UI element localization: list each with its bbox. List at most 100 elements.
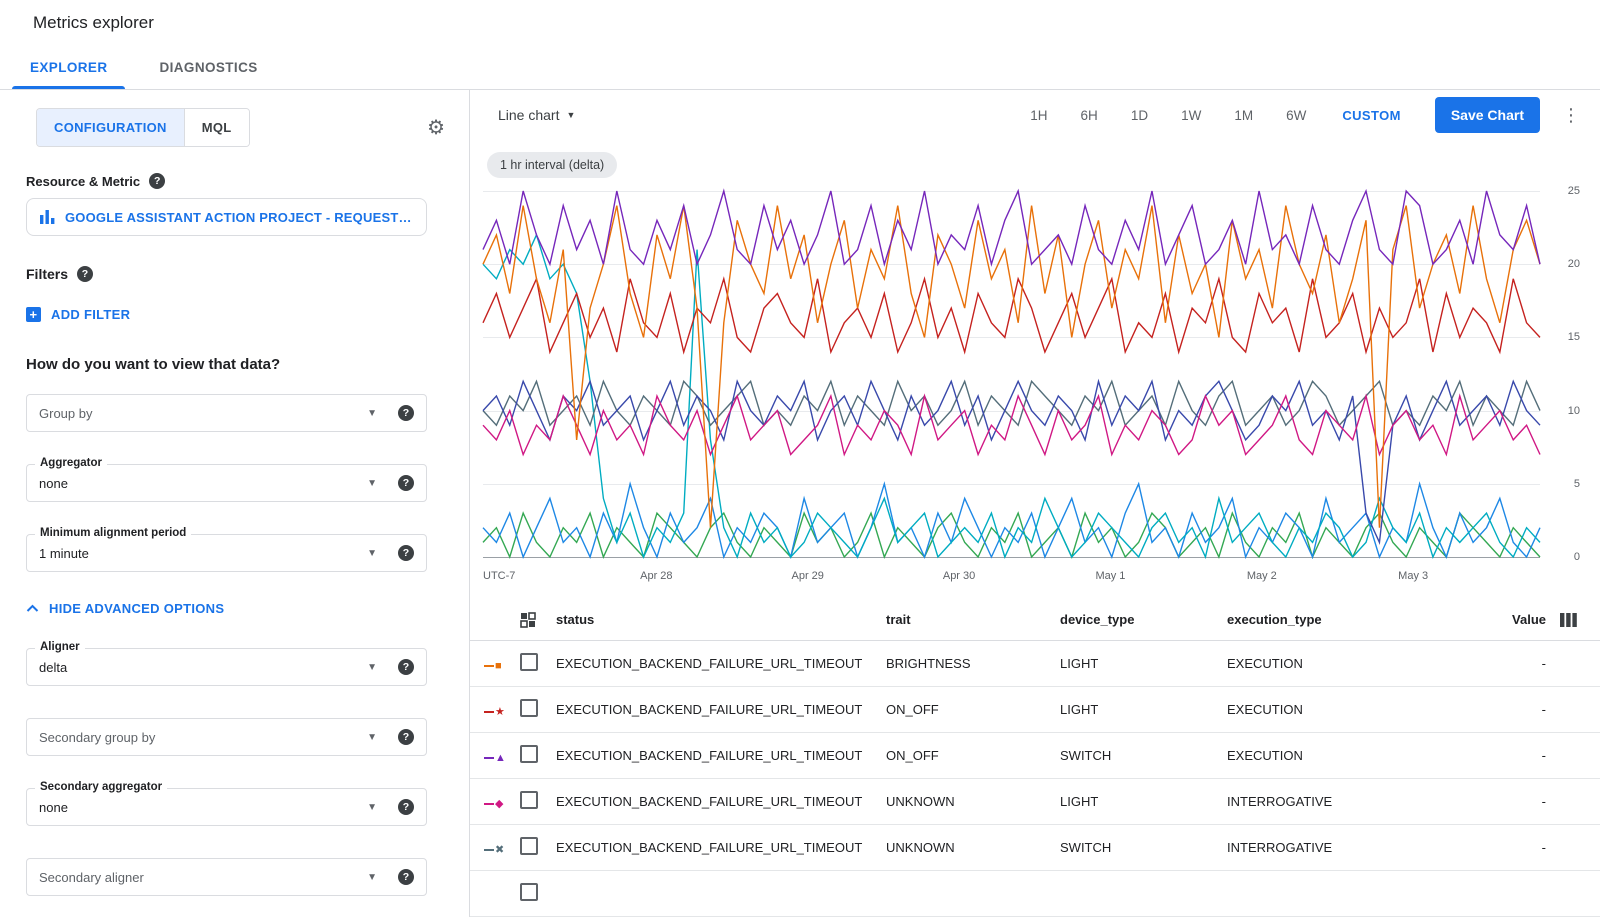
row-execution-type: EXECUTION — [1227, 656, 1475, 671]
table-row: ◆ EXECUTION_BACKEND_FAILURE_URL_TIMEOUT … — [470, 779, 1600, 825]
table-row: ▲ EXECUTION_BACKEND_FAILURE_URL_TIMEOUT … — [470, 733, 1600, 779]
column-options-icon[interactable] — [1548, 613, 1600, 627]
chevron-up-icon — [26, 604, 39, 613]
save-chart-button[interactable]: Save Chart — [1435, 97, 1540, 133]
header-trait: trait — [886, 612, 1060, 627]
configuration-panel: CONFIGURATION MQL ⚙ Resource & Metric ? … — [0, 90, 470, 917]
series-marker-star-icon: ★ — [484, 707, 505, 718]
add-filter-button[interactable]: + ADD FILTER — [26, 307, 443, 322]
row-device-type: SWITCH — [1060, 748, 1227, 763]
legend-toggle-icon[interactable] — [520, 612, 556, 628]
row-device-type: LIGHT — [1060, 702, 1227, 717]
table-row: ✖ EXECUTION_BACKEND_FAILURE_URL_TIMEOUT … — [470, 825, 1600, 871]
chevron-down-icon: ▼ — [367, 548, 377, 559]
row-execution-type: INTERROGATIVE — [1227, 794, 1475, 809]
configuration-mode-button[interactable]: CONFIGURATION — [37, 109, 184, 146]
hide-advanced-options-toggle[interactable]: HIDE ADVANCED OPTIONS — [26, 601, 443, 616]
aggregator-field: Aggregator none ▼ ? — [26, 464, 443, 502]
chevron-down-icon: ▼ — [367, 732, 377, 743]
group-by-field: Group by ▼ ? — [26, 394, 443, 432]
mql-mode-button[interactable]: MQL — [184, 109, 249, 146]
time-range-1h[interactable]: 1H — [1030, 108, 1047, 123]
row-execution-type: EXECUTION — [1227, 702, 1475, 717]
min-alignment-field: Minimum alignment period 1 minute ▼ ? — [26, 534, 443, 572]
help-icon[interactable]: ? — [398, 729, 414, 745]
chevron-down-icon: ▼ — [566, 110, 575, 120]
row-checkbox[interactable] — [520, 653, 538, 671]
help-icon[interactable]: ? — [398, 869, 414, 885]
row-checkbox[interactable] — [520, 745, 538, 763]
time-range-1m[interactable]: 1M — [1234, 108, 1253, 123]
help-icon[interactable]: ? — [77, 266, 93, 282]
row-checkbox[interactable] — [520, 699, 538, 717]
secondary-aligner-field: Secondary aligner ▼ ? — [26, 858, 443, 896]
selected-metric-button[interactable]: GOOGLE ASSISTANT ACTION PROJECT - REQUES… — [26, 198, 427, 236]
custom-range-button[interactable]: CUSTOM — [1342, 108, 1401, 123]
aligner-select[interactable]: delta ▼ ? — [26, 648, 427, 686]
view-data-question: How do you want to view that data? — [26, 356, 443, 373]
time-range-6h[interactable]: 6H — [1081, 108, 1098, 123]
row-execution-type: INTERROGATIVE — [1227, 840, 1475, 855]
row-value: - — [1475, 794, 1548, 809]
row-device-type: LIGHT — [1060, 656, 1227, 671]
secondary-group-by-field: Secondary group by ▼ ? — [26, 718, 443, 756]
row-value: - — [1475, 702, 1548, 717]
tab-diagnostics[interactable]: DIAGNOSTICS — [133, 46, 283, 89]
table-row: ★ EXECUTION_BACKEND_FAILURE_URL_TIMEOUT … — [470, 687, 1600, 733]
series-marker-triangle-icon: ▲ — [484, 753, 506, 764]
chart-plot-area — [483, 191, 1540, 557]
help-icon[interactable]: ? — [398, 659, 414, 675]
row-device-type: SWITCH — [1060, 840, 1227, 855]
add-icon: + — [26, 307, 41, 322]
resource-metric-label: Resource & Metric — [26, 174, 140, 189]
bar-chart-icon — [40, 210, 55, 224]
row-checkbox[interactable] — [520, 791, 538, 809]
help-icon[interactable]: ? — [398, 405, 414, 421]
secondary-aligner-select[interactable]: Secondary aligner ▼ ? — [26, 858, 427, 896]
row-status: EXECUTION_BACKEND_FAILURE_URL_TIMEOUT — [556, 794, 886, 809]
chevron-down-icon: ▼ — [367, 408, 377, 419]
row-trait: ON_OFF — [886, 748, 1060, 763]
app-header: Metrics explorer — [0, 0, 1600, 46]
row-value: - — [1475, 748, 1548, 763]
more-options-icon[interactable]: ⋮ — [1558, 105, 1584, 126]
row-checkbox[interactable] — [520, 837, 538, 855]
aligner-field: Aligner delta ▼ ? — [26, 648, 443, 686]
selected-metric-label: GOOGLE ASSISTANT ACTION PROJECT - REQUES… — [65, 210, 413, 225]
row-status: EXECUTION_BACKEND_FAILURE_URL_TIMEOUT — [556, 840, 886, 855]
x-axis-labels: UTC-7Apr 28Apr 29Apr 30May 1May 2May 3 — [483, 563, 1540, 583]
header-execution-type: execution_type — [1227, 612, 1475, 627]
interval-chip: 1 hr interval (delta) — [487, 152, 617, 178]
chart-toolbar: Line chart ▼ 1H 6H 1D 1W 1M 6W CUSTOM Sa… — [470, 90, 1600, 140]
row-status: EXECUTION_BACKEND_FAILURE_URL_TIMEOUT — [556, 656, 886, 671]
chevron-down-icon: ▼ — [367, 802, 377, 813]
header-value: Value — [1475, 612, 1548, 627]
row-checkbox[interactable] — [520, 883, 538, 901]
config-mode-toggle: CONFIGURATION MQL — [36, 108, 250, 147]
chevron-down-icon: ▼ — [367, 478, 377, 489]
time-range-6w[interactable]: 6W — [1286, 108, 1306, 123]
row-status: EXECUTION_BACKEND_FAILURE_URL_TIMEOUT — [556, 702, 886, 717]
time-range-1d[interactable]: 1D — [1131, 108, 1148, 123]
group-by-select[interactable]: Group by ▼ ? — [26, 394, 427, 432]
main-tabs: EXPLORER DIAGNOSTICS — [0, 46, 1600, 90]
secondary-group-by-select[interactable]: Secondary group by ▼ ? — [26, 718, 427, 756]
settings-gear-icon[interactable]: ⚙ — [427, 115, 445, 140]
help-icon[interactable]: ? — [398, 799, 414, 815]
header-device-type: device_type — [1060, 612, 1227, 627]
row-device-type: LIGHT — [1060, 794, 1227, 809]
filters-label: Filters — [26, 266, 68, 282]
line-chart: 0510152025 UTC-7Apr 28Apr 29Apr 30May 1M… — [483, 191, 1584, 583]
tab-explorer[interactable]: EXPLORER — [4, 46, 133, 89]
series-marker-diamond-icon: ◆ — [484, 799, 503, 810]
series-marker-x-icon: ✖ — [484, 845, 504, 856]
help-icon[interactable]: ? — [398, 545, 414, 561]
time-range-1w[interactable]: 1W — [1181, 108, 1201, 123]
secondary-aggregator-field: Secondary aggregator none ▼ ? — [26, 788, 443, 826]
row-trait: UNKNOWN — [886, 794, 1060, 809]
row-trait: ON_OFF — [886, 702, 1060, 717]
page-title: Metrics explorer — [33, 13, 154, 33]
chart-type-select[interactable]: Line chart ▼ — [498, 107, 575, 123]
help-icon[interactable]: ? — [398, 475, 414, 491]
help-icon[interactable]: ? — [149, 173, 165, 189]
